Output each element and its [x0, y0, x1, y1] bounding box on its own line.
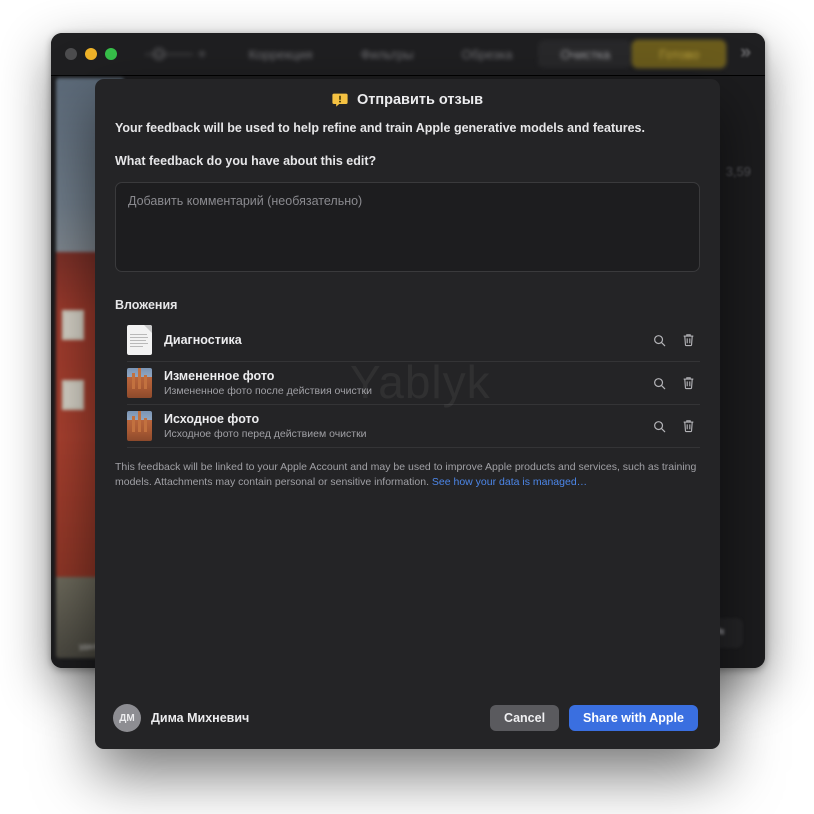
thumb-spire: [132, 416, 135, 432]
doc-line: [130, 337, 148, 338]
attachment-name: Диагностика: [164, 332, 242, 347]
user-name: Дима Михневич: [151, 711, 250, 725]
slider-knob[interactable]: [153, 48, 165, 60]
thumb-spire: [144, 375, 147, 389]
window-controls: [65, 48, 117, 60]
image-size-badge: 3,59: [725, 164, 751, 179]
tab-crop[interactable]: Обрезка: [440, 40, 535, 68]
dialog-header: Отправить отзыв: [95, 79, 720, 121]
done-button[interactable]: Готово: [632, 40, 727, 68]
zoom-button[interactable]: [105, 48, 117, 60]
attachments-heading: Вложения: [115, 298, 178, 312]
attachment-subtitle: Исходное фото перед действием очистки: [164, 427, 367, 440]
intro-text: Your feedback will be used to help refin…: [115, 121, 645, 135]
avatar: ДМ: [113, 704, 141, 732]
attachment-row[interactable]: Диагностика: [127, 319, 700, 362]
zoom-slider[interactable]: [131, 47, 205, 61]
doc-line: [130, 340, 146, 341]
tab-cleanup[interactable]: Очистка: [538, 40, 633, 68]
doc-line: [130, 334, 147, 335]
page-fold: [144, 325, 152, 333]
photo-icon: [127, 411, 152, 441]
attachment-text: Измененное фото Измененное фото после де…: [164, 369, 651, 398]
data-management-link[interactable]: See how your data is managed…: [432, 476, 587, 488]
photo-window-2: [62, 380, 84, 410]
magnifier-icon[interactable]: [651, 375, 667, 391]
dialog-footer: ДМ Дима Михневич Cancel Share with Apple: [95, 687, 720, 749]
attachments-list: Диагностика Измененное фото Измененное ф…: [127, 319, 700, 448]
question-text: What feedback do you have about this edi…: [115, 154, 377, 168]
feedback-bubble-icon: [332, 92, 348, 108]
magnifier-icon[interactable]: [651, 418, 667, 434]
thumb-spire: [138, 368, 141, 389]
send-feedback-dialog: Отправить отзыв Your feedback will be us…: [95, 79, 720, 749]
tab-adjust[interactable]: Коррекция: [227, 40, 335, 68]
close-button[interactable]: [65, 48, 77, 60]
attachment-actions: [651, 332, 696, 348]
thumb-spire: [144, 418, 147, 432]
attachment-text: Диагностика: [164, 333, 651, 348]
minimize-button[interactable]: [85, 48, 97, 60]
attachment-name: Исходное фото: [164, 411, 260, 426]
document-icon: [127, 325, 152, 355]
chevron-double-right-icon[interactable]: »: [740, 43, 751, 65]
cancel-button[interactable]: Cancel: [490, 705, 560, 731]
legal-text: This feedback will be linked to your App…: [115, 461, 697, 488]
doc-line: [130, 343, 148, 344]
tab-filters[interactable]: Фильтры: [339, 40, 436, 68]
dialog-body: Your feedback will be used to help refin…: [95, 121, 720, 687]
screenshot-canvas: Коррекция Фильтры Обрезка Очистка Готово…: [0, 0, 814, 814]
app-toolbar: Коррекция Фильтры Обрезка Очистка Готово…: [51, 33, 765, 76]
attachment-actions: [651, 418, 696, 434]
thumb-spire: [138, 411, 141, 432]
magnifier-icon[interactable]: [651, 332, 667, 348]
trash-icon[interactable]: [680, 418, 696, 434]
attachment-row[interactable]: Исходное фото Исходное фото перед действ…: [127, 405, 700, 448]
edit-mode-tabs: Коррекция Фильтры Обрезка Очистка: [227, 40, 633, 68]
attachment-subtitle: Измененное фото после действия очистки: [164, 384, 373, 397]
doc-line: [130, 346, 143, 347]
attachment-name: Измененное фото: [164, 368, 275, 383]
attachment-row[interactable]: Измененное фото Измененное фото после де…: [127, 362, 700, 405]
attachment-text: Исходное фото Исходное фото перед действ…: [164, 412, 651, 441]
trash-icon[interactable]: [680, 332, 696, 348]
thumb-spire: [132, 373, 135, 389]
share-with-apple-button[interactable]: Share with Apple: [569, 705, 698, 731]
slider-end-dot: [198, 51, 205, 57]
attachment-actions: [651, 375, 696, 391]
legal-disclaimer: This feedback will be linked to your App…: [115, 460, 700, 489]
dialog-title: Отправить отзыв: [356, 92, 484, 108]
trash-icon[interactable]: [680, 375, 696, 391]
comment-input[interactable]: [115, 182, 700, 272]
photo-window-1: [62, 310, 84, 340]
photo-icon: [127, 368, 152, 398]
